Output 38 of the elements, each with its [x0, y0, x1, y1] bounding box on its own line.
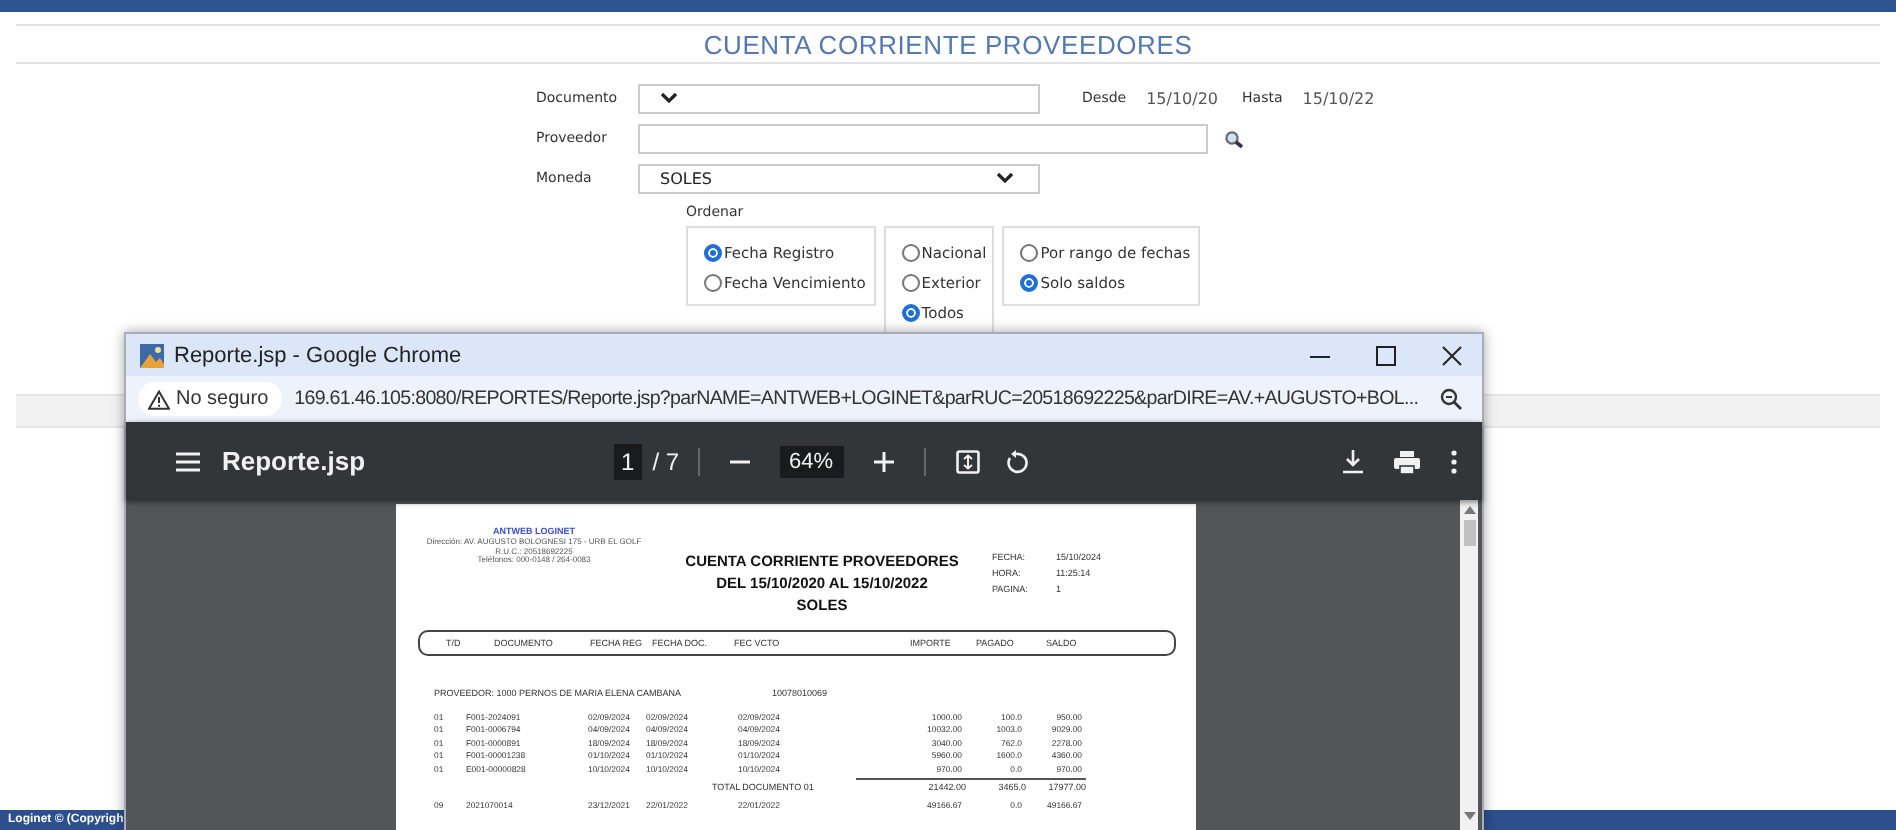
- radio-button[interactable]: [901, 304, 920, 322]
- radio-button[interactable]: [901, 244, 920, 262]
- radio-button[interactable]: [1020, 244, 1039, 262]
- date-value: 15/10/20: [1146, 89, 1219, 107]
- security-chip[interactable]: No seguro: [138, 382, 283, 416]
- fit-page-icon[interactable]: [955, 449, 980, 473]
- select-field[interactable]: SOLES: [638, 163, 1040, 193]
- radio-button[interactable]: [704, 274, 722, 292]
- input-field[interactable]: [638, 123, 1208, 153]
- zoom-field[interactable]: 64%: [779, 445, 844, 477]
- window-title: Reporte.jsp - Google Chrome: [174, 343, 462, 367]
- scrollbar[interactable]: [1460, 500, 1478, 830]
- scroll-down-icon: [1463, 812, 1475, 820]
- more-icon[interactable]: [1450, 449, 1458, 473]
- chevron-icon: [660, 92, 678, 104]
- radio-button[interactable]: [704, 244, 722, 262]
- rotate-icon[interactable]: [1003, 449, 1028, 473]
- zoom-in-icon[interactable]: [873, 451, 894, 471]
- zoom-icon[interactable]: [1440, 388, 1462, 410]
- date-value: 15/10/22: [1302, 89, 1375, 107]
- download-icon[interactable]: [1342, 449, 1364, 473]
- menu-icon[interactable]: [176, 451, 200, 471]
- page-number-field[interactable]: 1: [613, 443, 643, 479]
- file-name: Reporte.jsp: [222, 446, 366, 476]
- chevron-icon: [996, 172, 1014, 184]
- close-icon[interactable]: [1442, 345, 1462, 365]
- maximize-icon[interactable]: [1376, 345, 1396, 365]
- search-icon[interactable]: [1224, 129, 1244, 147]
- scroll-thumb[interactable]: [1463, 520, 1475, 546]
- warning-icon: [148, 389, 170, 409]
- scroll-up-icon: [1463, 506, 1475, 514]
- radio-button[interactable]: [901, 274, 920, 292]
- page-count: / 7: [652, 447, 680, 475]
- page-title: CUENTA CORRIENTE PROVEEDORES: [703, 29, 1193, 59]
- radio-button[interactable]: [1020, 274, 1039, 292]
- url-text[interactable]: 169.61.46.105:8080/REPORTES/Reporte.jsp?parNAME=ANTWEB+LOGINET&parRUC=20518692225&parDIRE=AV.+AUGUSTO+BOL...: [294, 388, 1419, 410]
- select-field[interactable]: [638, 83, 1040, 113]
- print-icon[interactable]: [1394, 449, 1420, 473]
